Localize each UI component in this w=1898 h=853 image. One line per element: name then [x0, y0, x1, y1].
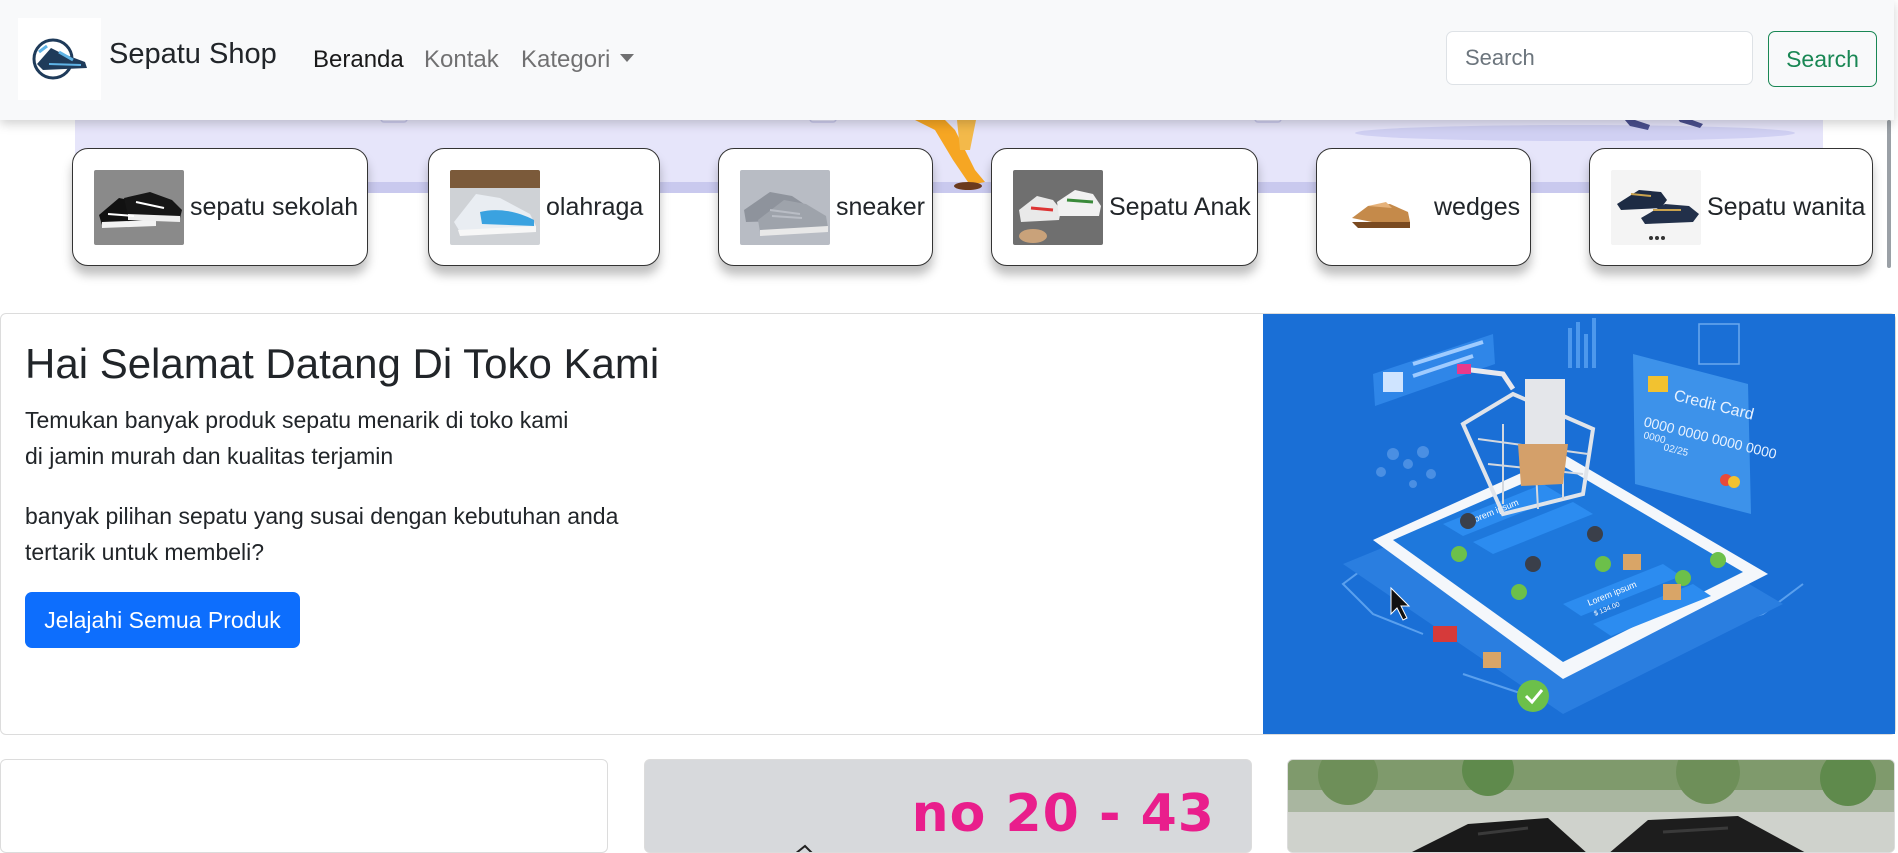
category-sepatu-anak[interactable]: Sepatu Anak — [991, 148, 1258, 266]
category-thumb-sepatu-sekolah — [94, 169, 184, 245]
category-wedges[interactable]: wedges — [1316, 148, 1531, 266]
nav-link-beranda[interactable]: Beranda — [313, 46, 404, 74]
category-sepatu-sekolah[interactable]: sepatu sekolah — [72, 148, 368, 266]
ecommerce-illustration: Credit Card 0000 0000 0000 0000 02/25 00… — [1263, 314, 1895, 734]
welcome-text-line4: tertarik untuk membeli? — [25, 539, 265, 565]
caret-down-icon — [620, 53, 635, 62]
nav-dropdown-kategori[interactable]: Kategori — [521, 46, 635, 74]
category-label: olahraga — [546, 192, 644, 221]
welcome-text-line1: Temukan banyak produk sepatu menarik di … — [25, 407, 569, 433]
product-image-3 — [1288, 760, 1894, 852]
shoe-logo-icon — [32, 38, 87, 80]
category-label: wedges — [1434, 192, 1521, 221]
navbar: Sepatu Shop Beranda Kontak Kategori Sear… — [0, 0, 1894, 120]
search-button[interactable]: Search — [1768, 31, 1877, 87]
shopping-cart-phone-illustration: Credit Card 0000 0000 0000 0000 02/25 00… — [1263, 314, 1895, 734]
product-card-1[interactable] — [0, 759, 608, 853]
welcome-text-line2: di jamin murah dan kualitas terjamin — [25, 443, 394, 469]
nav-link-kontak[interactable]: Kontak — [424, 46, 499, 74]
nav-link-kategori-label: Kategori — [521, 46, 611, 73]
category-thumb-sepatu-wanita — [1611, 169, 1701, 245]
category-sepatu-wanita[interactable]: Sepatu wanita — [1589, 148, 1873, 266]
brand-logo[interactable] — [18, 18, 101, 100]
product-card-2[interactable]: no 20 - 43 — [644, 759, 1252, 853]
category-thumb-sepatu-anak — [1013, 169, 1103, 245]
product-card-3[interactable] — [1287, 759, 1895, 853]
welcome-title: Hai Selamat Datang Di Toko Kami — [25, 340, 660, 387]
scrollbar[interactable] — [1887, 120, 1891, 268]
category-thumb-wedges — [1338, 169, 1428, 245]
welcome-text-line3: banyak pilihan sepatu yang susai dengan … — [25, 503, 619, 529]
explore-all-products-button[interactable]: Jelajahi Semua Produk — [25, 592, 300, 648]
category-olahraga[interactable]: olahraga — [428, 148, 660, 266]
category-thumb-olahraga — [450, 169, 540, 245]
category-label: Sepatu Anak — [1109, 192, 1251, 221]
brand-name[interactable]: Sepatu Shop — [109, 38, 277, 71]
category-label: sneaker — [836, 192, 925, 221]
category-thumb-sneaker — [740, 169, 830, 245]
category-label: sepatu sekolah — [190, 192, 359, 221]
category-sneaker[interactable]: sneaker — [718, 148, 933, 266]
search-input[interactable] — [1446, 31, 1753, 85]
category-label: Sepatu wanita — [1707, 192, 1866, 221]
product-size-range: no 20 - 43 — [911, 784, 1215, 844]
